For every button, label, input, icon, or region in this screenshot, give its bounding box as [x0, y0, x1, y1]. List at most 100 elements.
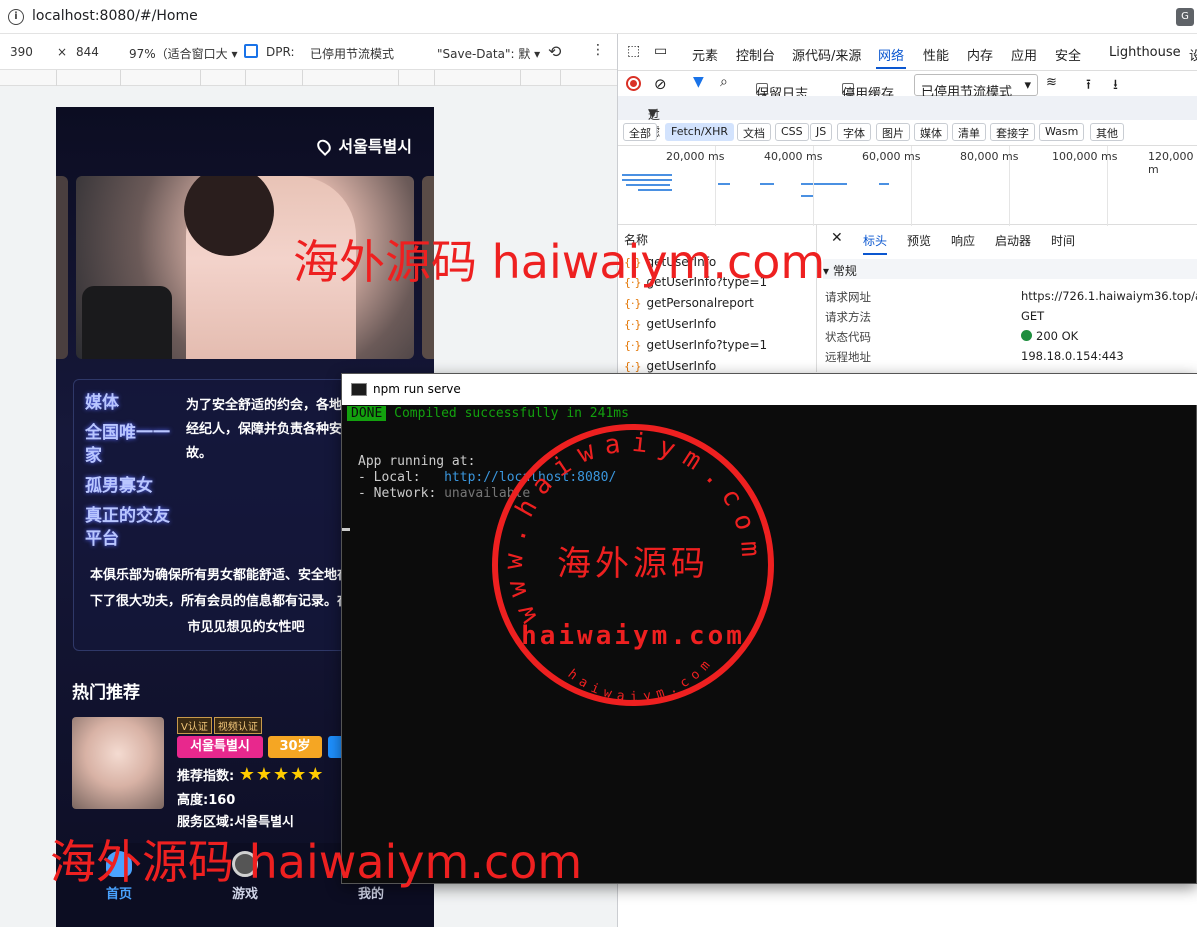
zoom-select[interactable]: 97%（适合窗口大 ▾: [129, 45, 238, 62]
request-row[interactable]: {·} getUserInfo: [624, 359, 716, 373]
tab-settings[interactable]: 设: [1189, 45, 1197, 64]
xhr-icon: {·}: [624, 360, 642, 373]
hot-recommend-title: 热门推荐: [72, 683, 140, 703]
intro-tags: 媒体 全国唯一一家 孤男寡女 真正的交友平台: [85, 392, 180, 558]
request-url-value: https://726.1.haiwaiym36.top/a: [1021, 289, 1197, 303]
svg-text:www.haiwaiym.com: www.haiwaiym.com: [499, 428, 766, 628]
header-key: 远程地址: [825, 350, 871, 364]
type-img[interactable]: 图片: [876, 123, 910, 141]
tab-timing[interactable]: 时间: [1051, 232, 1075, 249]
tab-response[interactable]: 响应: [951, 232, 975, 249]
terminal-title: npm run serve: [373, 382, 461, 396]
dpr-icon: [244, 44, 258, 58]
device-width-input[interactable]: 390: [10, 45, 33, 59]
tab-console[interactable]: 控制台: [736, 45, 775, 64]
type-socket[interactable]: 套接字: [990, 123, 1035, 141]
tab-lighthouse[interactable]: Lighthouse: [1109, 45, 1181, 60]
inspect-icon[interactable]: ⬚: [627, 43, 640, 59]
verified-badge: V认证: [177, 717, 212, 734]
rotate-icon[interactable]: ⟲: [548, 42, 561, 61]
clear-icon[interactable]: ⊘: [654, 75, 667, 93]
tab-memory[interactable]: 内存: [967, 45, 993, 64]
type-other[interactable]: 其他: [1090, 123, 1124, 141]
site-info-icon[interactable]: i: [8, 9, 24, 25]
chevron-down-icon: ▾: [1024, 78, 1031, 93]
filter-icon[interactable]: ▼: [693, 74, 704, 90]
device-throttle-select[interactable]: 已停用节流模式: [310, 45, 394, 62]
request-detail: ✕ 标头 预览 响应 启动器 时间 ▾ 常规 请求网址 https://726.…: [816, 225, 1197, 372]
terminal-cursor: [342, 528, 350, 531]
tab-application[interactable]: 应用: [1011, 45, 1037, 64]
terminal-titlebar[interactable]: npm run serve: [342, 374, 1197, 405]
devtools-tabs: ⬚ ▭ 元素 控制台 源代码/来源 网络 性能 内存 应用 安全 Lightho…: [618, 34, 1197, 71]
type-wasm[interactable]: Wasm: [1039, 123, 1085, 141]
dpr-label: DPR:: [266, 45, 295, 59]
tab-performance[interactable]: 性能: [923, 45, 949, 64]
seal-domain-text: haiwaiym.com: [521, 621, 745, 651]
timeline-tick: 20,000 ms: [666, 150, 725, 163]
profile-photo[interactable]: [72, 717, 164, 809]
tab-security[interactable]: 安全: [1055, 45, 1081, 64]
general-section-header[interactable]: ▾ 常规: [823, 259, 1197, 279]
request-row[interactable]: {·} getUserInfo: [624, 317, 716, 331]
timeline-tick: 100,000 ms: [1052, 150, 1118, 163]
save-data-select[interactable]: "Save-Data": 默 ▾: [437, 45, 540, 62]
address-bar[interactable]: i localhost:8080/#/Home G: [0, 0, 1197, 34]
tab-sources[interactable]: 源代码/来源: [792, 45, 861, 64]
search-icon[interactable]: ⌕: [720, 74, 728, 90]
type-doc[interactable]: 文档: [737, 123, 771, 141]
seal-center-text: 海外源码: [557, 544, 709, 584]
rating-stars: ★★★★★: [238, 764, 325, 785]
device-height-input[interactable]: 844: [76, 45, 99, 59]
type-font[interactable]: 字体: [837, 123, 871, 141]
request-row[interactable]: {·} getUserInfo?type=1: [624, 338, 767, 352]
intro-tag: 真正的交友平台: [85, 506, 170, 549]
translate-icon[interactable]: G: [1176, 8, 1194, 26]
timeline-tick: 80,000 ms: [960, 150, 1019, 163]
watermark-bottom: 海外源码 haiwaiym.com: [50, 835, 583, 889]
network-conditions-icon[interactable]: ≋: [1046, 75, 1057, 90]
type-all[interactable]: 全部: [623, 123, 657, 141]
tab-network[interactable]: 网络: [875, 45, 907, 69]
url-text[interactable]: localhost:8080/#/Home: [32, 8, 198, 24]
dimension-separator: ×: [57, 45, 68, 59]
rating-row: 推荐指数: ★★★★★: [177, 764, 325, 785]
watermark-top: 海外源码 haiwaiym.com: [293, 235, 826, 289]
city-pill: 서울특별시: [177, 736, 263, 758]
terminal-compile-line: DONE Compiled successfully in 241ms: [347, 406, 629, 422]
tab-headers[interactable]: 标头: [863, 232, 888, 255]
type-js[interactable]: JS: [810, 123, 833, 141]
type-fetch-xhr[interactable]: Fetch/XHR: [665, 123, 734, 141]
device-toggle-icon[interactable]: ▭: [654, 43, 667, 59]
xhr-icon: {·}: [624, 318, 642, 331]
export-har-icon[interactable]: ⭳: [1113, 74, 1118, 98]
carousel-prev-slide[interactable]: [56, 176, 68, 359]
type-media[interactable]: 媒体: [914, 123, 948, 141]
timeline-tick: 40,000 ms: [764, 150, 823, 163]
intro-tag: 全国唯一一家: [85, 423, 170, 466]
xhr-icon: {·}: [624, 297, 642, 310]
type-manifest[interactable]: 清单: [952, 123, 986, 141]
terminal-running-line: App running at:: [358, 454, 476, 469]
device-toolbar: 390 × 844 97%（适合窗口大 ▾ DPR: 已停用节流模式 "Save…: [0, 34, 617, 70]
request-row[interactable]: {·} getPersonalreport: [624, 296, 754, 310]
network-throttle-select[interactable]: 已停用节流模式 ▾: [914, 74, 1038, 100]
filter-input[interactable]: ▼ 过滤: [618, 96, 1197, 139]
status-dot-icon: [1021, 330, 1032, 341]
badge-row: V认证 视频认证: [177, 717, 264, 734]
video-verified-badge: 视频认证: [213, 717, 262, 734]
header-key: 状态代码: [825, 330, 871, 344]
location-selector[interactable]: 서울특별시: [314, 133, 412, 157]
record-icon[interactable]: [626, 76, 641, 91]
media-query-ruler: [0, 70, 617, 86]
tab-elements[interactable]: 元素: [692, 45, 718, 64]
network-overview[interactable]: 20,000 ms 40,000 ms 60,000 ms 80,000 ms …: [618, 145, 1197, 226]
xhr-icon: {·}: [624, 339, 642, 352]
import-har-icon[interactable]: ⭱: [1086, 74, 1091, 98]
status-code-value: 200 OK: [1021, 329, 1078, 343]
tab-initiator[interactable]: 启动器: [995, 232, 1031, 249]
tab-preview[interactable]: 预览: [907, 232, 931, 249]
more-options-icon[interactable]: ⋮: [591, 42, 605, 58]
close-icon[interactable]: ✕: [831, 230, 843, 246]
type-css[interactable]: CSS: [775, 123, 809, 141]
